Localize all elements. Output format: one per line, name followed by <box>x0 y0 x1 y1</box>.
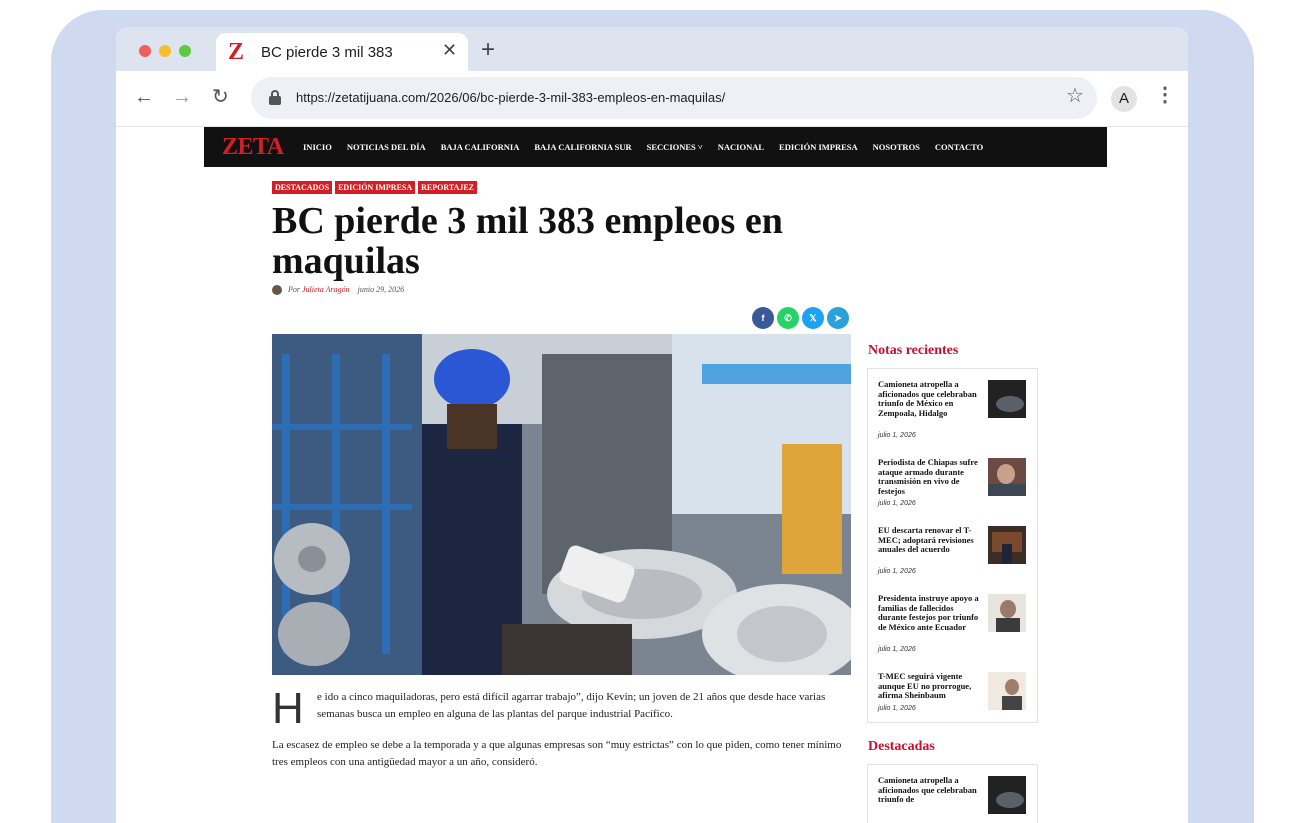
recent-note-title[interactable]: Periodista de Chiapas sufre ataque armad… <box>878 457 982 496</box>
menu-item-nacional[interactable]: NACIONAL <box>718 142 764 152</box>
author-link[interactable]: Julieta Aragón <box>302 285 350 294</box>
address-bar[interactable]: https://zetatijuana.com/2026/06/bc-pierd… <box>251 77 1097 119</box>
maximize-window-button[interactable] <box>179 45 191 57</box>
recent-note-thumbnail[interactable] <box>988 672 1026 710</box>
more-menu-icon[interactable]: ⋮ <box>1155 85 1175 105</box>
minimize-window-button[interactable] <box>159 45 171 57</box>
category-tag[interactable]: DESTACADOS <box>272 181 333 194</box>
featured-note-title[interactable]: Camioneta atropella a aficionados que ce… <box>878 775 982 805</box>
share-buttons: f ✆ 𝕏 ➤ <box>752 307 852 329</box>
recent-note-date: julio 1, 2026 <box>878 500 916 507</box>
recent-note-thumbnail[interactable] <box>988 380 1026 418</box>
browser-tab-active[interactable]: Z BC pierde 3 mil 383 ✕ <box>216 33 468 71</box>
profile-avatar[interactable]: A <box>1111 86 1137 112</box>
new-tab-icon[interactable]: + <box>481 38 495 62</box>
close-window-button[interactable] <box>139 45 151 57</box>
recent-note-title[interactable]: T-MEC seguirá vigente aunque EU no prorr… <box>878 671 982 701</box>
article-byline: Por Julieta Aragón junio 29, 2026 <box>272 285 405 296</box>
site-logo[interactable]: ZETA <box>222 134 284 160</box>
list-item[interactable]: Camioneta atropella a aficionados que ce… <box>878 775 1028 823</box>
url-text[interactable]: https://zetatijuana.com/2026/06/bc-pierd… <box>296 90 725 105</box>
byline-prefix: Por <box>288 285 300 294</box>
menu-item-secciones[interactable]: SECCIONES ˅ <box>647 142 703 152</box>
menu-item-baja-california-sur[interactable]: BAJA CALIFORNIA SUR <box>534 142 631 152</box>
lock-icon <box>269 90 281 105</box>
recent-note-thumbnail[interactable] <box>988 458 1026 496</box>
recent-note-title[interactable]: Presidenta instruye apoyo a familias de … <box>878 593 982 632</box>
category-tag[interactable]: REPORTAJEZ <box>418 181 478 194</box>
recent-note-date: julio 1, 2026 <box>878 705 916 712</box>
web-page: ZETA INICIO NOTICIAS DEL DÍA BAJA CALIFO… <box>116 127 1188 823</box>
featured-note-thumbnail[interactable] <box>988 776 1026 814</box>
drop-cap: H <box>272 684 304 733</box>
author-avatar <box>272 285 282 296</box>
recent-note-title[interactable]: EU descarta renovar el T-MEC; adoptará r… <box>878 525 982 555</box>
menu-item-edicion-impresa[interactable]: EDICIÓN IMPRESA <box>779 142 858 152</box>
menu-item-noticias[interactable]: NOTICIAS DEL DÍA <box>347 142 426 152</box>
facebook-icon[interactable]: f <box>752 307 774 329</box>
main-menu: INICIO NOTICIAS DEL DÍA BAJA CALIFORNIA … <box>303 127 998 167</box>
recent-note-date: julio 1, 2026 <box>878 568 916 575</box>
list-item[interactable]: EU descarta renovar el T-MEC; adoptará r… <box>878 525 1028 586</box>
list-item[interactable]: Camioneta atropella a aficionados que ce… <box>878 379 1028 450</box>
article-title: BC pierde 3 mil 383 empleos en maquilas <box>272 200 783 282</box>
forward-arrow-icon[interactable]: → <box>172 87 192 107</box>
reload-icon[interactable]: ↻ <box>212 87 229 107</box>
close-tab-icon[interactable]: ✕ <box>442 41 457 59</box>
menu-item-inicio[interactable]: INICIO <box>303 142 332 152</box>
article-paragraph: La escasez de empleo se debe a la tempor… <box>272 739 842 768</box>
category-tags: DESTACADOS EDICIÓN IMPRESA REPORTAJEZ <box>272 181 480 194</box>
recent-notes-heading: Notas recientes <box>868 343 959 358</box>
telegram-icon[interactable]: ➤ <box>827 307 849 329</box>
tab-title: BC pierde 3 mil 383 <box>261 44 393 61</box>
featured-heading: Destacadas <box>868 739 935 754</box>
menu-item-contacto[interactable]: CONTACTO <box>935 142 983 152</box>
article-hero-image <box>272 334 851 675</box>
menu-item-nosotros[interactable]: NOSOTROS <box>873 142 920 152</box>
list-item[interactable]: Periodista de Chiapas sufre ataque armad… <box>878 457 1028 518</box>
back-arrow-icon[interactable]: ← <box>134 87 154 107</box>
menu-item-baja-california[interactable]: BAJA CALIFORNIA <box>441 142 520 152</box>
recent-note-thumbnail[interactable] <box>988 594 1026 632</box>
list-item[interactable]: Presidenta instruye apoyo a familias de … <box>878 593 1028 662</box>
bookmark-star-icon[interactable]: ☆ <box>1066 85 1084 107</box>
whatsapp-icon[interactable]: ✆ <box>777 307 799 329</box>
recent-notes-list: Camioneta atropella a aficionados que ce… <box>867 368 1038 723</box>
recent-note-date: julio 1, 2026 <box>878 646 916 653</box>
recent-note-date: julio 1, 2026 <box>878 432 916 439</box>
browser-toolbar: ← → ↻ https://zetatijuana.com/2026/06/bc… <box>116 71 1188 127</box>
recent-note-title[interactable]: Camioneta atropella a aficionados que ce… <box>878 379 982 418</box>
tab-strip: Z BC pierde 3 mil 383 ✕ + <box>116 27 1188 71</box>
browser-window: Z BC pierde 3 mil 383 ✕ + ← → ↻ https://… <box>116 27 1188 823</box>
recent-note-thumbnail[interactable] <box>988 526 1026 564</box>
site-favicon-icon: Z <box>228 39 245 65</box>
x-icon[interactable]: 𝕏 <box>802 307 824 329</box>
article-date: junio 29, 2026 <box>357 285 405 294</box>
site-navbar: ZETA INICIO NOTICIAS DEL DÍA BAJA CALIFO… <box>204 127 1107 167</box>
category-tag[interactable]: EDICIÓN IMPRESA <box>335 181 416 194</box>
featured-list: Camioneta atropella a aficionados que ce… <box>867 764 1038 823</box>
list-item[interactable]: T-MEC seguirá vigente aunque EU no prorr… <box>878 671 1028 720</box>
article-paragraph: e ido a cinco maquiladoras, pero está di… <box>317 691 826 720</box>
